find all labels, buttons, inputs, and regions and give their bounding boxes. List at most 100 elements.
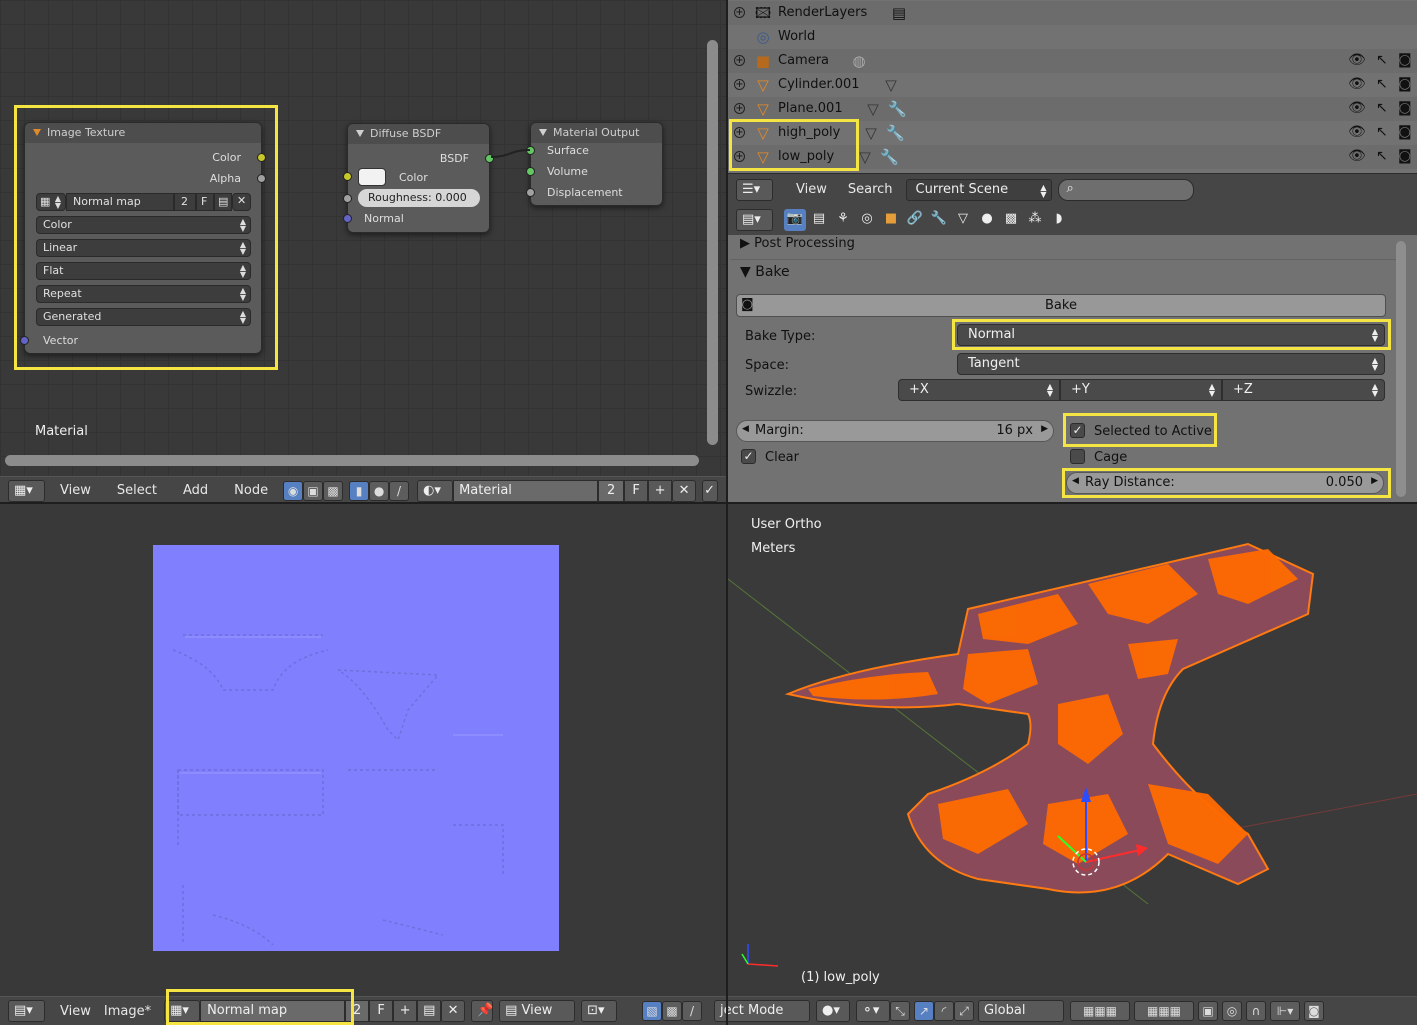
row-label[interactable]: RenderLayers (778, 5, 867, 20)
clear-label[interactable]: Clear (765, 450, 799, 465)
bake-button[interactable]: ◙ Bake (736, 294, 1386, 317)
open-image-icon[interactable]: ▤ (417, 1000, 442, 1022)
data-tab-icon[interactable]: ▽ (952, 209, 974, 231)
selectable-cursor-icon[interactable]: ↖ (1376, 100, 1388, 116)
outliner-row-low-poly[interactable]: + ▽ low_poly ▽ 🔧 👁 ↖ ◙ (728, 145, 1417, 169)
cage-label[interactable]: Cage (1094, 450, 1127, 465)
post-processing-panel-header[interactable]: ▶ Post Processing (740, 236, 855, 251)
transform-orientation-dropdown[interactable]: Global (978, 1000, 1064, 1022)
object-shader-icon[interactable]: ▮ (349, 480, 370, 501)
rotate-manipulator-icon[interactable]: ◜ (934, 1001, 954, 1021)
use-nodes-checkbox[interactable]: ✓ (702, 479, 719, 502)
layers-grid-2-icon[interactable]: ▦▦▦ (1134, 1001, 1194, 1021)
outliner-row-camera[interactable]: + ■ Camera ◍ 👁 ↖ ◙ (728, 49, 1417, 73)
uv-select-mode-icon[interactable]: ▩ (662, 1001, 682, 1021)
manipulator-toggle-icon[interactable]: ⤡ (890, 1001, 910, 1021)
selectable-cursor-icon[interactable]: ↖ (1376, 124, 1388, 140)
menu-add[interactable]: Add (170, 483, 221, 498)
world-tab-icon[interactable]: ◎ (856, 209, 878, 231)
expand-icon[interactable]: + (734, 7, 745, 18)
visibility-eye-icon[interactable]: 👁 (1348, 52, 1366, 68)
uv-sync-icon[interactable]: ▧ (642, 1001, 662, 1021)
ray-distance-field[interactable]: ◀ Ray Distance: 0.050 ▶ (1066, 472, 1384, 494)
menu-view[interactable]: View (47, 1004, 104, 1019)
render-tab-icon[interactable]: 📷 (784, 209, 806, 231)
decrement-arrow-icon[interactable]: ◀ (1072, 476, 1079, 486)
renderable-camera-icon[interactable]: ◙ (1398, 76, 1412, 92)
cage-checkbox[interactable] (1070, 449, 1085, 464)
new-material-icon[interactable]: + (648, 479, 673, 502)
outliner-row-plane[interactable]: + ▽ Plane.001 ▽ 🔧 👁 ↖ ◙ (728, 97, 1417, 121)
renderable-camera-icon[interactable]: ◙ (1398, 148, 1412, 164)
proportional-edit-icon[interactable]: ◎ (1222, 1001, 1242, 1021)
pivot-point-dropdown[interactable]: ⚬▾ (856, 1000, 890, 1022)
pin-icon[interactable]: 📌 (471, 1000, 493, 1022)
object-tab-icon[interactable]: ■ (880, 209, 902, 231)
shader-nodes-icon[interactable]: ◉ (283, 480, 304, 501)
sticky-select-icon[interactable]: / (682, 1001, 702, 1021)
space-dropdown[interactable]: Tangent ▲ ▼ (957, 353, 1385, 375)
selected-to-active-checkbox[interactable]: ✓ (1070, 423, 1085, 438)
new-image-icon[interactable]: + (393, 1000, 418, 1022)
bake-panel-header[interactable]: ▼ Bake (740, 264, 790, 280)
renderlayers-tab-icon[interactable]: ▤ (808, 209, 830, 231)
visibility-eye-icon[interactable]: 👁 (1348, 124, 1366, 140)
world-shader-icon[interactable]: ● (369, 480, 390, 501)
physics-tab-icon[interactable]: ◗ (1048, 209, 1070, 231)
particles-tab-icon[interactable]: ⁂ (1024, 209, 1046, 231)
increment-arrow-icon[interactable]: ▶ (1371, 476, 1378, 486)
selected-to-active-label[interactable]: Selected to Active (1094, 424, 1212, 439)
scene-tab-icon[interactable]: ⚘ (832, 209, 854, 231)
menu-select[interactable]: Select (104, 483, 170, 498)
menu-search[interactable]: Search (840, 182, 906, 197)
vertical-scrollbar[interactable] (707, 40, 718, 445)
layers-grid-icon[interactable]: ▦▦▦ (1070, 1001, 1130, 1021)
outliner-row-cylinder[interactable]: + ▽ Cylinder.001 ▽ 👁 ↖ ◙ (728, 73, 1417, 97)
expand-icon[interactable]: + (734, 55, 745, 66)
row-label[interactable]: high_poly (778, 125, 840, 140)
texture-nodes-icon[interactable]: ▩ (323, 480, 344, 501)
swizzle-z-dropdown[interactable]: +Z ▲ ▼ (1222, 379, 1385, 401)
menu-image[interactable]: Image* (104, 1004, 164, 1019)
unlink-image-icon[interactable]: ✕ (441, 1000, 466, 1022)
increment-arrow-icon[interactable]: ▶ (1041, 424, 1048, 434)
row-label[interactable]: Camera (778, 53, 829, 68)
snap-element-icon[interactable]: ⊩▾ (1270, 1001, 1300, 1021)
texture-tab-icon[interactable]: ▩ (1000, 209, 1022, 231)
material-browse-button[interactable]: ◐▾ (417, 479, 454, 502)
image-fake-user-button[interactable]: F (369, 1000, 394, 1022)
outliner[interactable]: + 🖾 RenderLayers ▤ ◎ World + ■ Camera ◍ … (728, 0, 1417, 173)
editor-type-button[interactable]: ▤▾ (736, 209, 773, 231)
translate-manipulator-icon[interactable]: ↗ (914, 1001, 934, 1021)
linestyle-shader-icon[interactable]: / (389, 480, 410, 501)
decrement-arrow-icon[interactable]: ◀ (742, 424, 749, 434)
material-fake-user-button[interactable]: F (624, 479, 649, 502)
editor-type-button[interactable]: ☰▾ (736, 178, 773, 201)
material-tab-icon[interactable]: ● (976, 209, 998, 231)
pivot-icon[interactable]: ⊡▾ (581, 1000, 618, 1022)
renderable-camera-icon[interactable]: ◙ (1398, 52, 1412, 68)
expand-icon[interactable]: + (734, 103, 745, 114)
material-name-field[interactable]: Material (453, 479, 599, 502)
swizzle-x-dropdown[interactable]: +X ▲ ▼ (898, 379, 1060, 401)
image-users-count[interactable]: 2 (345, 1000, 370, 1022)
opengl-render-icon[interactable]: ◙ (1304, 1001, 1324, 1021)
properties-scrollbar[interactable] (1396, 241, 1406, 497)
expand-icon[interactable]: + (734, 151, 745, 162)
unlink-material-icon[interactable]: ✕ (672, 479, 697, 502)
clear-checkbox[interactable]: ✓ (741, 449, 756, 464)
image-editor[interactable] (0, 504, 726, 996)
display-mode-dropdown[interactable]: Current Scene ▲ ▼ (905, 178, 1052, 201)
selectable-cursor-icon[interactable]: ↖ (1376, 52, 1388, 68)
visibility-eye-icon[interactable]: 👁 (1348, 76, 1366, 92)
menu-view[interactable]: View (47, 483, 104, 498)
expand-icon[interactable]: + (734, 79, 745, 90)
constraints-tab-icon[interactable]: 🔗 (904, 209, 926, 231)
row-label[interactable]: Cylinder.001 (778, 77, 860, 92)
menu-view[interactable]: View (783, 182, 840, 197)
expand-icon[interactable]: + (734, 127, 745, 138)
margin-field[interactable]: ◀ Margin: 16 px ▶ (736, 420, 1054, 442)
outliner-row-high-poly[interactable]: + ▽ high_poly ▽ 🔧 👁 ↖ ◙ (728, 121, 1417, 145)
outliner-row-renderlayers[interactable]: + 🖾 RenderLayers ▤ (728, 1, 1417, 25)
area-divider-horizontal[interactable] (0, 502, 1417, 504)
